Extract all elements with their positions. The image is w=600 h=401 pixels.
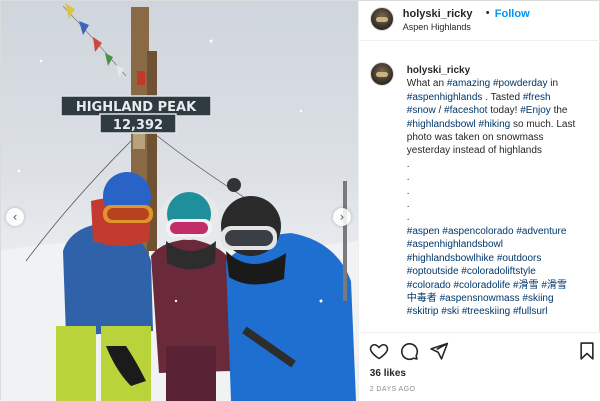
post-photo[interactable]: HIGHLAND PEAK 12,392 ‹ › [1, 1, 358, 401]
post-header: holyski_ricky • Follow Aspen Highlands [358, 1, 600, 41]
caption-segment: yesterday instead of highlands [406, 145, 542, 157]
hashtag-link[interactable]: #highlandsbowlhike [407, 253, 494, 264]
caption-segment: in [547, 78, 559, 90]
hashtag-link[interactable]: #ski [441, 306, 459, 317]
hashtag-link[interactable]: #aspenhighlands [407, 92, 483, 103]
hashtag-link[interactable]: #skiing [522, 293, 553, 304]
hashtag-link[interactable]: 中毒者 [407, 293, 437, 304]
bookmark-icon[interactable] [577, 341, 597, 361]
caption-line: #aspenhighlandsbowl [407, 238, 597, 251]
ski-summit-photo: HIGHLAND PEAK 12,392 [1, 3, 358, 401]
caption-text: holyski_ricky What an #amazing #powderday… [407, 64, 597, 319]
caption-line: . [407, 158, 597, 171]
caption-line: . [407, 198, 597, 211]
hashtag-link[interactable]: #colorado [407, 280, 451, 291]
hashtag-link[interactable]: #aspenhighlandsbowl [407, 239, 503, 250]
hashtag-link[interactable]: #aspensnowmass [440, 293, 520, 304]
caption-line: #highlandsbowl #hiking so much. Last [407, 118, 597, 131]
caption-line: #skitrip #ski #treeskiing #fullsurl [407, 305, 597, 318]
caption-segment: the [550, 105, 568, 117]
caption-line: #optoutside #coloradoliftstyle [407, 265, 597, 278]
hashtag-link[interactable]: #snow [407, 105, 436, 116]
caption-line: 中毒者 #aspensnowmass #skiing [407, 292, 597, 305]
hashtag-link[interactable]: #treeskiing [462, 306, 510, 317]
hashtag-link[interactable]: #outdoors [497, 253, 541, 264]
hashtag-link[interactable]: #aspencolorado [442, 226, 513, 237]
caption-segment: . Tasted [482, 91, 523, 103]
caption-segment: . [406, 158, 410, 170]
caption-line: . [407, 171, 597, 184]
hashtag-link[interactable]: #optoutside [407, 266, 459, 277]
hashtag-link[interactable]: #滑雪 [513, 280, 539, 291]
chevron-left-icon[interactable]: ‹ [6, 208, 24, 226]
hashtag-link[interactable]: #fullsurl [513, 306, 547, 317]
hashtag-link[interactable]: #faceshot [444, 105, 487, 116]
hashtag-link[interactable]: #skitrip [407, 306, 439, 317]
follow-button[interactable]: Follow [495, 8, 530, 20]
post-sidebar: holyski_ricky • Follow Aspen Highlands h… [357, 1, 600, 401]
caption-line: #snow / #faceshot today! #Enjoy the [407, 104, 597, 117]
location-link[interactable]: Aspen Highlands [403, 22, 471, 32]
hashtag-link[interactable]: #highlandsbowl [407, 119, 476, 130]
caption-segment: . [406, 185, 410, 197]
hashtag-link[interactable]: #coloradolife [454, 280, 511, 291]
caption-segment: today! [487, 105, 521, 117]
comments-area[interactable]: holyski_ricky What an #amazing #powderday… [359, 42, 600, 332]
caption-line: #highlandsbowlhike #outdoors [407, 252, 597, 265]
caption-segment: / [435, 105, 445, 117]
caption-line: photo was taken on snowmass [407, 131, 597, 144]
hashtag-link[interactable]: #adventure [516, 226, 566, 237]
chevron-right-icon[interactable]: › [333, 208, 351, 226]
hashtag-link[interactable]: #coloradoliftstyle [461, 266, 535, 277]
caption-line: #colorado #coloradolife #滑雪 #滑雪 [407, 279, 597, 292]
caption-segment: . [406, 172, 410, 184]
hashtag-link[interactable]: #fresh [523, 92, 551, 103]
post-actions: 36 likes 2 DAYS AGO [358, 332, 600, 401]
likes-count[interactable]: 36 likes [370, 368, 406, 379]
hashtag-link[interactable]: #powderday [493, 78, 547, 89]
caption-segment: so much. Last [510, 118, 576, 130]
caption-line: #aspenhighlands . Tasted #fresh [407, 91, 597, 104]
heart-icon[interactable] [369, 341, 389, 361]
comment-icon[interactable] [399, 341, 419, 361]
post-date: 2 DAYS AGO [369, 386, 416, 393]
caption-line: . [407, 211, 597, 224]
caption-line: holyski_ricky [407, 64, 597, 77]
hashtag-link[interactable]: #Enjoy [520, 105, 551, 116]
caption-username[interactable]: holyski_ricky [407, 65, 470, 76]
avatar[interactable] [369, 7, 394, 31]
sign-peak-name: HIGHLAND PEAK [76, 100, 197, 115]
instagram-post: HIGHLAND PEAK 12,392 ‹ › holyski_ricky •… [0, 0, 600, 401]
sign-elevation: 12,392 [113, 118, 163, 133]
hashtag-link[interactable]: #hiking [479, 119, 511, 130]
caption-line: #aspen #aspencolorado #adventure [407, 225, 597, 238]
caption-segment: . [406, 212, 410, 224]
hashtag-link[interactable]: #aspen [407, 226, 440, 237]
caption-line: What an #amazing #powderday in [407, 77, 597, 90]
caption-segment: What an [406, 78, 447, 90]
separator-dot: • [485, 7, 490, 19]
caption-segment: photo was taken on snowmass [406, 132, 544, 144]
caption-segment: . [406, 199, 410, 211]
caption-line: yesterday instead of highlands [407, 144, 597, 157]
header-username[interactable]: holyski_ricky [403, 8, 473, 20]
hashtag-link[interactable]: #滑雪 [541, 280, 567, 291]
hashtag-link[interactable]: #amazing [447, 78, 490, 89]
caption-avatar[interactable] [369, 62, 394, 86]
share-icon[interactable] [429, 341, 449, 361]
caption-line: . [407, 185, 597, 198]
